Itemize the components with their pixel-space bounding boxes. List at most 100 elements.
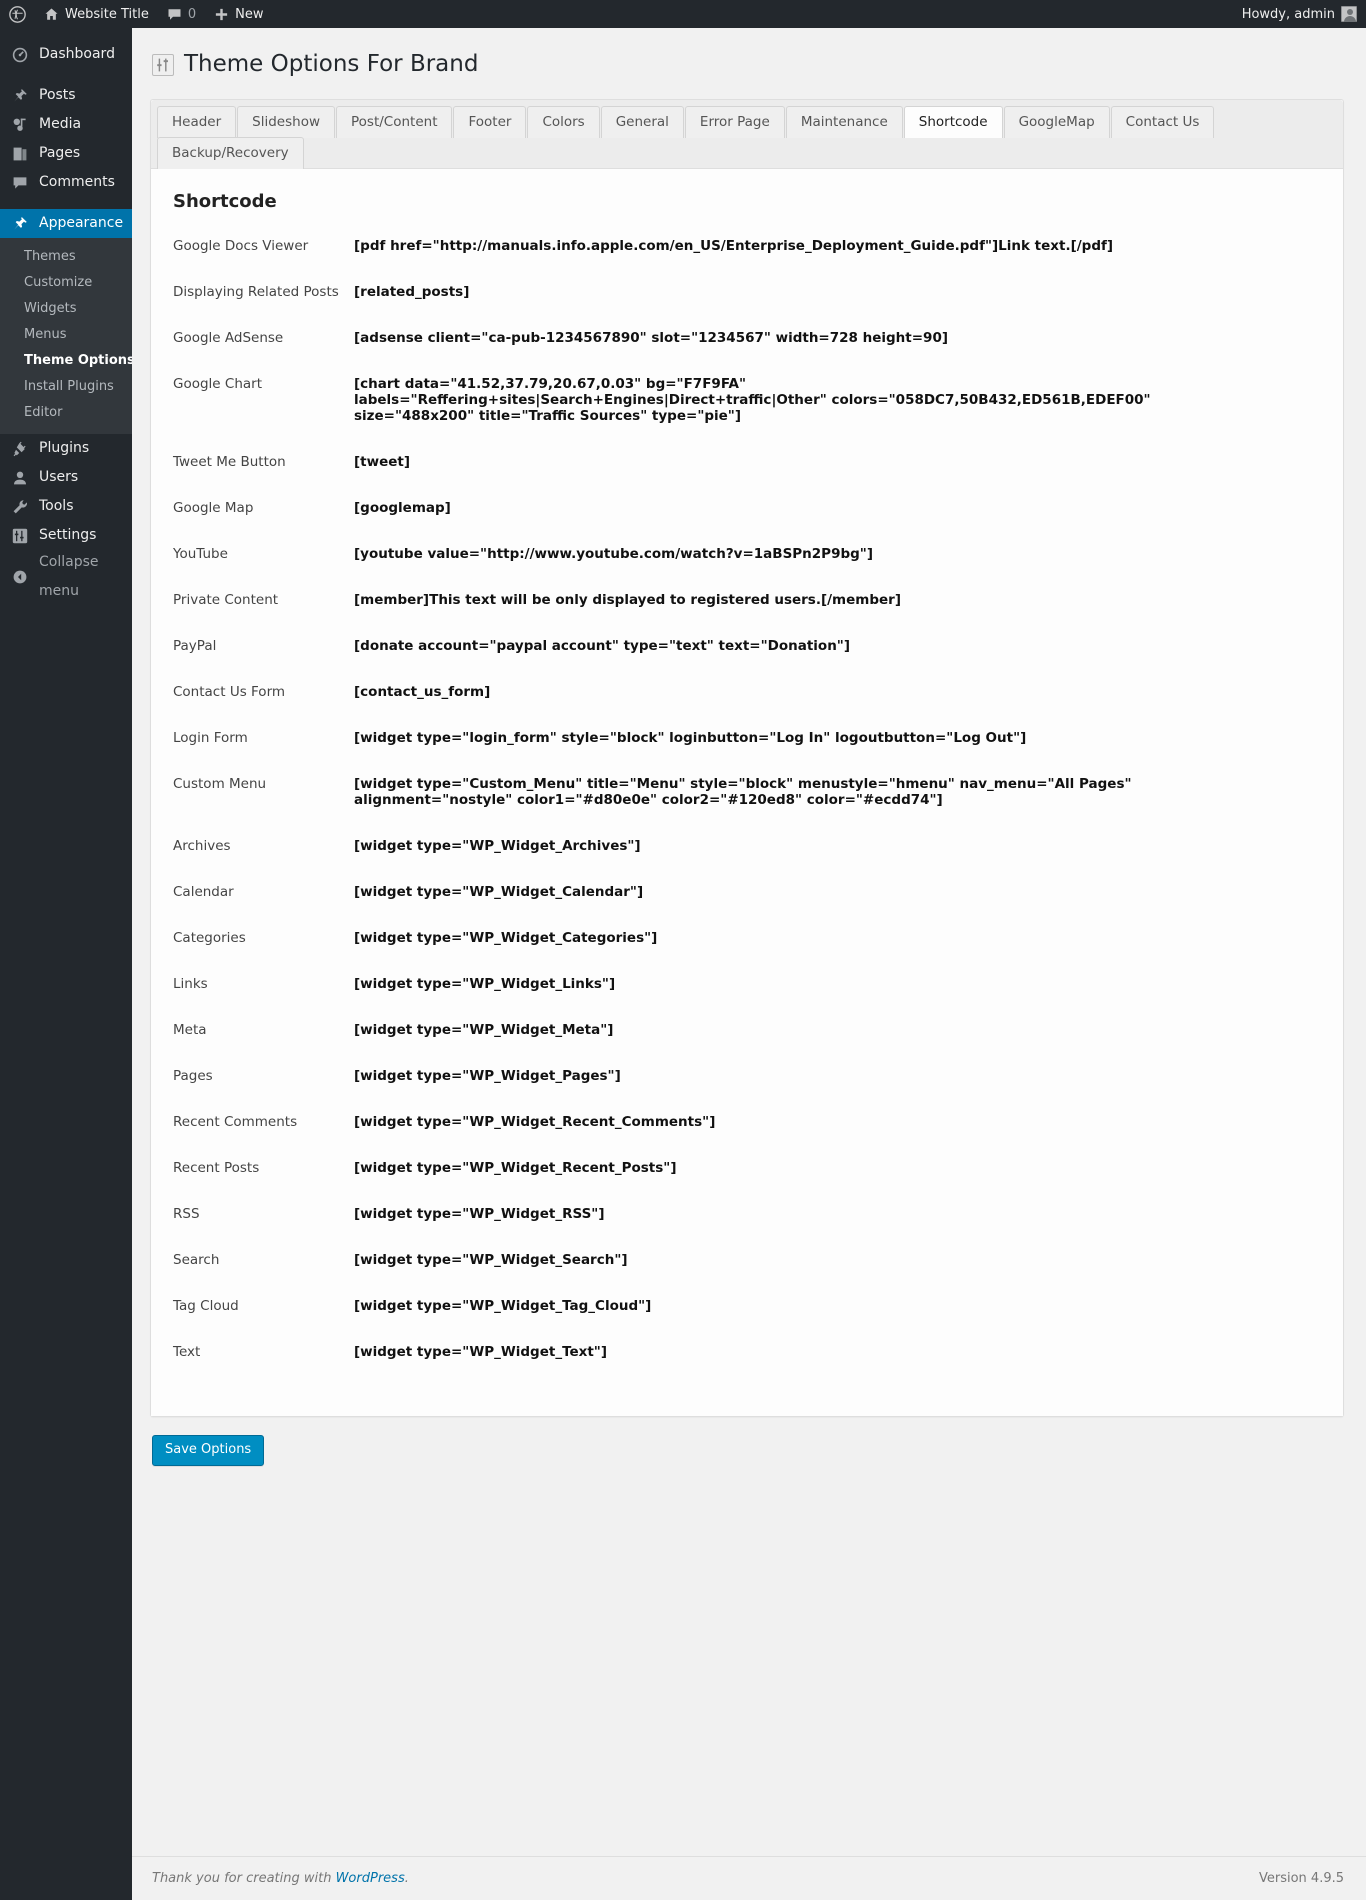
tab-footer[interactable]: Footer bbox=[453, 106, 527, 138]
collapse-menu-button[interactable]: Collapse menu bbox=[0, 554, 132, 599]
plus-icon bbox=[214, 7, 229, 22]
shortcode-code: [widget type="WP_Widget_Search"] bbox=[354, 1252, 1321, 1298]
shortcode-label: PayPal bbox=[173, 638, 217, 654]
sidebar-item-dashboard[interactable]: Dashboard bbox=[0, 40, 132, 69]
shortcode-label: Google Map bbox=[173, 500, 254, 516]
paintbrush-icon bbox=[11, 215, 29, 233]
sidebar-item-widgets[interactable]: Widgets bbox=[0, 296, 132, 322]
shortcode-label: Text bbox=[173, 1344, 201, 1360]
sidebar-item-customize[interactable]: Customize bbox=[0, 270, 132, 296]
sidebar-item-settings[interactable]: Settings bbox=[0, 521, 132, 550]
shortcode-code-line: alignment="nostyle" color1="#d80e0e" col… bbox=[354, 792, 943, 808]
shortcode-row: Recent Posts [widget type="WP_Widget_Rece… bbox=[173, 1160, 1321, 1206]
shortcode-code-line: [widget type="WP_Widget_Search"] bbox=[354, 1252, 628, 1268]
shortcode-row: Google Docs Viewer [pdf href="http://manu… bbox=[173, 238, 1321, 284]
shortcode-code-line: labels="Reffering+sites|Search+Engines|D… bbox=[354, 392, 1151, 408]
new-content-menu[interactable]: New bbox=[205, 0, 272, 28]
shortcode-code-line: [related_posts] bbox=[354, 284, 470, 300]
shortcode-label: Custom Menu bbox=[173, 776, 267, 792]
shortcode-label: Tag Cloud bbox=[173, 1298, 239, 1314]
shortcode-code-line: [widget type="WP_Widget_Calendar"] bbox=[354, 884, 644, 900]
appearance-submenu: Themes Customize Widgets Menus Theme Opt… bbox=[0, 238, 135, 434]
shortcode-label: Google AdSense bbox=[173, 330, 284, 346]
comments-count: 0 bbox=[187, 6, 197, 22]
tab-row-1: Header Slideshow Post/Content Footer Col… bbox=[157, 106, 1337, 138]
sidebar-item-menus[interactable]: Menus bbox=[0, 322, 132, 348]
tab-general[interactable]: General bbox=[600, 106, 684, 138]
wordpress-link[interactable]: WordPress bbox=[336, 1871, 405, 1886]
shortcode-code: [widget type="WP_Widget_Recent_Posts"] bbox=[354, 1160, 1321, 1206]
comment-bubble-icon bbox=[11, 174, 29, 192]
sidebar-item-editor[interactable]: Editor bbox=[0, 400, 132, 426]
admin-bar: Website Title 0 New Howdy, admin bbox=[0, 0, 1366, 28]
shortcode-row: Text [widget type="WP_Widget_Text"] bbox=[173, 1344, 1321, 1390]
footer-version: Version 4.9.5 bbox=[1258, 1871, 1344, 1886]
tab-error-page[interactable]: Error Page bbox=[684, 106, 785, 138]
sidebar-item-label: Pages bbox=[39, 145, 81, 161]
sidebar-item-pages[interactable]: Pages bbox=[0, 139, 132, 168]
shortcode-row: Google Map [googlemap] bbox=[173, 500, 1321, 546]
shortcode-code-line: [widget type="WP_Widget_Recent_Comments"… bbox=[354, 1114, 716, 1130]
shortcode-code-line: [chart data="41.52,37.79,20.67,0.03" bg=… bbox=[354, 376, 746, 392]
page-title: Theme Options For Brand bbox=[184, 51, 479, 77]
shortcode-code-line: [widget type="WP_Widget_Tag_Cloud"] bbox=[354, 1298, 652, 1314]
shortcode-row: Tag Cloud [widget type="WP_Widget_Tag_Clo… bbox=[173, 1298, 1321, 1344]
shortcode-row: Recent Comments [widget type="WP_Widget_R… bbox=[173, 1114, 1321, 1160]
tab-header[interactable]: Header bbox=[157, 106, 237, 138]
wp-logo-menu[interactable] bbox=[0, 0, 35, 28]
shortcode-label: RSS bbox=[173, 1206, 200, 1222]
avatar bbox=[1341, 6, 1357, 22]
shortcode-code-line: [widget type="WP_Widget_Links"] bbox=[354, 976, 616, 992]
sidebar-item-theme-options[interactable]: Theme Options bbox=[0, 348, 135, 374]
comments-bubble[interactable]: 0 bbox=[158, 0, 205, 28]
media-icon bbox=[11, 116, 29, 134]
admin-sidebar: Dashboard Posts Media Pages Comments App… bbox=[0, 28, 135, 1900]
shortcode-code: [contact_us_form] bbox=[354, 684, 1321, 730]
content-area: Theme Options For Brand Header Slideshow… bbox=[132, 28, 1366, 1900]
howdy-label: Howdy, admin bbox=[1241, 6, 1335, 22]
shortcode-code: [widget type="login_form" style="block" … bbox=[354, 730, 1321, 776]
sidebar-separator bbox=[0, 69, 132, 81]
shortcode-label: Archives bbox=[173, 838, 231, 854]
tab-maintenance[interactable]: Maintenance bbox=[785, 106, 903, 138]
sidebar-item-appearance[interactable]: Appearance bbox=[0, 209, 132, 238]
sidebar-item-comments[interactable]: Comments bbox=[0, 168, 132, 197]
shortcode-label: YouTube bbox=[173, 546, 228, 562]
save-options-button[interactable]: Save Options bbox=[152, 1435, 265, 1466]
shortcode-code: [widget type="WP_Widget_Tag_Cloud"] bbox=[354, 1298, 1321, 1344]
sidebar-item-themes[interactable]: Themes bbox=[0, 244, 132, 270]
shortcode-code: [widget type="WP_Widget_Archives"] bbox=[354, 838, 1321, 884]
shortcode-row: Contact Us Form [contact_us_form] bbox=[173, 684, 1321, 730]
plug-icon bbox=[11, 440, 29, 458]
tab-backup-recovery[interactable]: Backup/Recovery bbox=[157, 137, 304, 169]
shortcode-label: Meta bbox=[173, 1022, 207, 1038]
shortcode-code-line: [widget type="WP_Widget_RSS"] bbox=[354, 1206, 605, 1222]
sidebar-item-plugins[interactable]: Plugins bbox=[0, 434, 132, 463]
tab-slideshow[interactable]: Slideshow bbox=[237, 106, 335, 138]
sidebar-item-media[interactable]: Media bbox=[0, 110, 132, 139]
shortcode-panel-body: Shortcode Google Docs Viewer [pdf href="h… bbox=[151, 169, 1343, 1416]
sidebar-item-install-plugins[interactable]: Install Plugins bbox=[0, 374, 132, 400]
shortcode-code-line: [adsense client="ca-pub-1234567890" slot… bbox=[354, 330, 949, 346]
shortcode-label: Contact Us Form bbox=[173, 684, 286, 700]
shortcode-code-line: [pdf href="http://manuals.info.apple.com… bbox=[354, 238, 1114, 254]
tab-googlemap[interactable]: GoogleMap bbox=[1003, 106, 1110, 138]
shortcode-row: Tweet Me Button [tweet] bbox=[173, 454, 1321, 500]
shortcode-row: PayPal [donate account="paypal account" t… bbox=[173, 638, 1321, 684]
sliders-icon bbox=[152, 53, 174, 76]
tab-post-content[interactable]: Post/Content bbox=[336, 106, 453, 138]
sidebar-item-posts[interactable]: Posts bbox=[0, 81, 132, 110]
tab-shortcode[interactable]: Shortcode bbox=[903, 106, 1003, 138]
site-name-menu[interactable]: Website Title bbox=[35, 0, 158, 28]
footer-thanks: Thank you for creating with WordPress. bbox=[152, 1871, 409, 1886]
sidebar-menu-top: Dashboard Posts Media Pages Comments App… bbox=[0, 28, 135, 599]
sidebar-item-tools[interactable]: Tools bbox=[0, 492, 132, 521]
shortcode-code-line: [contact_us_form] bbox=[354, 684, 491, 700]
shortcode-code-line: [widget type="WP_Widget_Categories"] bbox=[354, 930, 658, 946]
tab-contact-us[interactable]: Contact Us bbox=[1110, 106, 1215, 138]
shortcode-label: Calendar bbox=[173, 884, 234, 900]
sidebar-item-users[interactable]: Users bbox=[0, 463, 132, 492]
tab-colors[interactable]: Colors bbox=[527, 106, 600, 138]
shortcode-label: Private Content bbox=[173, 592, 279, 608]
my-account-menu[interactable]: Howdy, admin bbox=[1233, 0, 1366, 28]
